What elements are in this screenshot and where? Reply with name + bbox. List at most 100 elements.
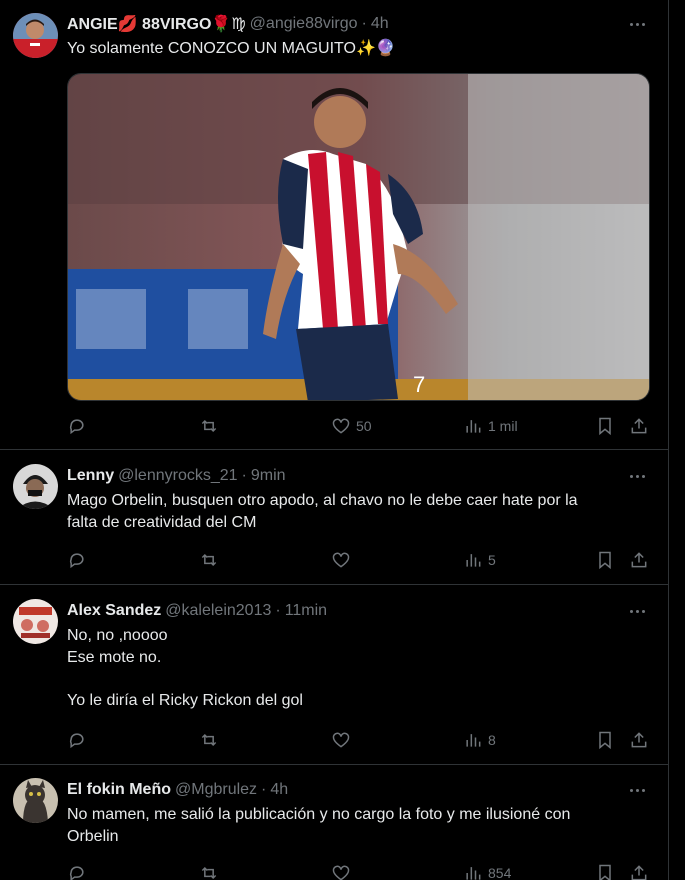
heart-icon <box>332 732 350 748</box>
avatar[interactable] <box>13 778 58 823</box>
post-header: Alex Sandez @kalelein2013 · 11min <box>67 600 327 622</box>
avatar[interactable] <box>13 599 58 644</box>
reply-icon <box>69 866 84 880</box>
separator: · <box>275 602 281 619</box>
views-icon <box>466 867 481 880</box>
repost-icon <box>201 553 217 567</box>
post-header: ANGIE💋 88VIRGO🌹♍ @angie88virgo · 4h <box>67 13 389 35</box>
post-text-line: No mamen, me salió la publicación y no c… <box>67 806 571 823</box>
reply-button[interactable] <box>67 549 87 571</box>
bookmark-button[interactable] <box>595 862 615 880</box>
views-icon <box>466 554 481 567</box>
post-lenny[interactable]: Lenny @lennyrocks_21 · 9min Mago Orbelin… <box>0 450 668 585</box>
post-header: El fokin Meño @Mgbrulez · 4h <box>67 779 288 801</box>
post-text: Yo solamente CONOZCO UN MAGUITO✨🔮 <box>67 38 637 60</box>
like-button[interactable] <box>331 549 351 571</box>
author-handle[interactable]: @kalelein2013 <box>165 602 271 620</box>
post-text: Mago Orbelin, busquen otro apodo, al cha… <box>67 490 637 533</box>
reply-button[interactable] <box>67 862 87 880</box>
repost-button[interactable] <box>199 729 219 751</box>
bookmark-icon <box>599 551 611 570</box>
bookmark-button[interactable] <box>595 729 615 751</box>
svg-text:7: 7 <box>413 372 425 397</box>
post-text-line: No, no ,noooo <box>67 627 168 644</box>
more-icon[interactable] <box>626 465 648 487</box>
like-button[interactable] <box>331 862 351 880</box>
post-meno[interactable]: El fokin Meño @Mgbrulez · 4h No mamen, m… <box>0 765 668 880</box>
view-count: 854 <box>488 865 512 880</box>
player-photo: 7 <box>68 74 649 400</box>
bookmark-button[interactable] <box>595 549 615 571</box>
share-button[interactable] <box>629 862 649 880</box>
timestamp[interactable]: 9min <box>251 467 286 485</box>
post-text-line: Orbelin <box>67 827 119 845</box>
bookmark-icon <box>599 864 611 880</box>
timestamp[interactable]: 4h <box>371 15 389 33</box>
author-name[interactable]: ANGIE💋 88VIRGO🌹♍ <box>67 14 246 34</box>
post-text-line: Yo le diría el Ricky Rickon del gol <box>67 691 303 709</box>
share-button[interactable] <box>629 729 649 751</box>
author-handle[interactable]: @angie88virgo <box>250 15 358 33</box>
author-handle[interactable]: @Mgbrulez <box>175 781 257 799</box>
timestamp[interactable]: 4h <box>270 781 288 799</box>
share-button[interactable] <box>629 549 649 571</box>
reply-button[interactable] <box>67 415 87 437</box>
repost-button[interactable] <box>199 862 219 880</box>
view-count: 8 <box>488 732 496 748</box>
heart-icon <box>332 552 350 568</box>
heart-icon <box>332 418 350 434</box>
more-icon[interactable] <box>626 779 648 801</box>
views-button[interactable]: 1 mil <box>463 415 518 437</box>
share-button[interactable] <box>629 415 649 437</box>
views-icon <box>466 420 481 433</box>
post-actions: 50 1 mil <box>67 415 652 437</box>
timeline-right-border <box>668 0 669 880</box>
avatar[interactable] <box>13 464 58 509</box>
like-count: 50 <box>356 418 372 434</box>
author-name[interactable]: Alex Sandez <box>67 602 161 620</box>
author-handle[interactable]: @lennyrocks_21 <box>118 467 237 485</box>
bookmark-button[interactable] <box>595 415 615 437</box>
repost-icon <box>201 419 217 433</box>
view-count: 5 <box>488 552 496 568</box>
post-actions: 854 <box>67 862 652 880</box>
post-text: No mamen, me salió la publicación y no c… <box>67 804 637 847</box>
reply-button[interactable] <box>67 729 87 751</box>
post-text-line: Mago Orbelin, busquen otro apodo, al cha… <box>67 492 578 509</box>
bookmark-icon <box>599 417 611 436</box>
like-button[interactable] <box>331 729 351 751</box>
post-actions: 5 <box>67 549 652 571</box>
post-text-line <box>67 668 637 690</box>
reply-icon <box>69 419 84 435</box>
reply-icon <box>69 553 84 569</box>
more-icon[interactable] <box>626 600 648 622</box>
post-actions: 8 <box>67 729 652 751</box>
views-button[interactable]: 5 <box>463 549 496 571</box>
bookmark-icon <box>599 731 611 750</box>
post-image[interactable]: 7 <box>67 73 650 401</box>
share-icon <box>631 732 647 748</box>
post-alex[interactable]: Alex Sandez @kalelein2013 · 11min No, no… <box>0 585 668 765</box>
more-icon[interactable] <box>626 13 648 35</box>
post-header: Lenny @lennyrocks_21 · 9min <box>67 465 286 487</box>
views-button[interactable]: 8 <box>463 729 496 751</box>
view-count: 1 mil <box>488 418 518 434</box>
repost-button[interactable] <box>199 415 219 437</box>
author-name[interactable]: Lenny <box>67 467 114 485</box>
repost-icon <box>201 866 217 880</box>
post-text-line: Ese mote no. <box>67 648 162 666</box>
avatar[interactable] <box>13 13 58 58</box>
post-text: No, no ,noooo Ese mote no. Yo le diría e… <box>67 625 637 711</box>
separator: · <box>261 781 267 798</box>
author-name[interactable]: El fokin Meño <box>67 781 171 799</box>
post-text-line: falta de creatividad del CM <box>67 513 257 531</box>
repost-button[interactable] <box>199 549 219 571</box>
post-angie[interactable]: ANGIE💋 88VIRGO🌹♍ @angie88virgo · 4h Yo s… <box>0 0 668 450</box>
separator: · <box>361 15 367 32</box>
views-icon <box>466 734 481 747</box>
share-icon <box>631 865 647 880</box>
timestamp[interactable]: 11min <box>285 602 327 620</box>
separator: · <box>241 467 247 484</box>
like-button[interactable]: 50 <box>331 415 372 437</box>
views-button[interactable]: 854 <box>463 862 511 880</box>
